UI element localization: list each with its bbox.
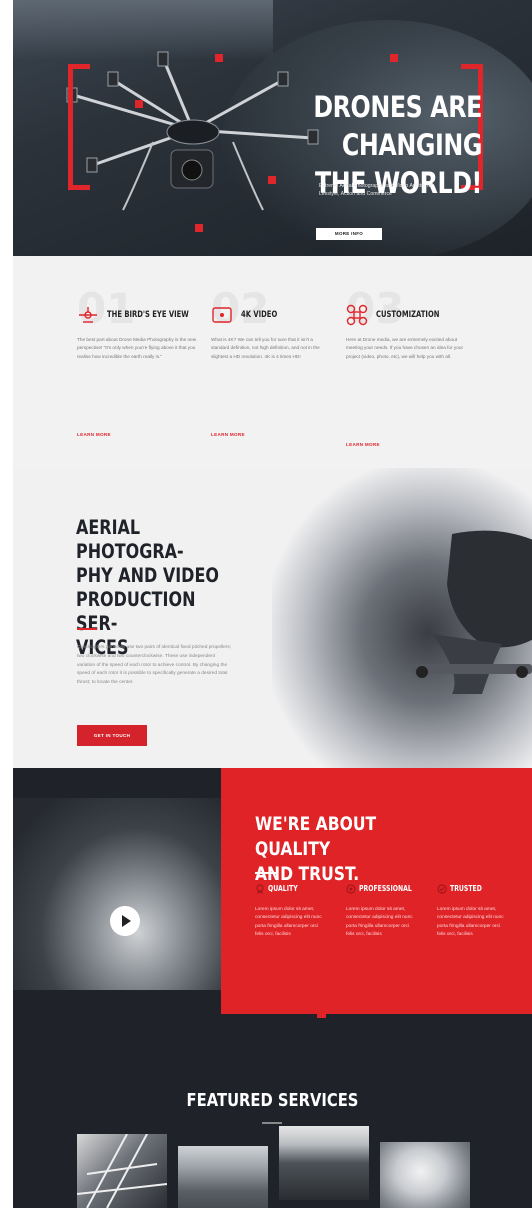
decor-square bbox=[215, 54, 223, 62]
play-icon[interactable] bbox=[110, 906, 140, 936]
service-thumbnail[interactable] bbox=[279, 1126, 369, 1200]
feature-text: Here at Drone media, we are extremely ex… bbox=[346, 337, 463, 359]
aerial-title: AERIAL PHOTOGRA- PHY AND VIDEO PRODUCTIO… bbox=[76, 516, 240, 660]
quality-section: WE'RE ABOUT QUALITY AND TRUST. QUALITY L… bbox=[13, 768, 532, 1041]
drone-top-icon bbox=[346, 304, 368, 326]
decor-square bbox=[135, 100, 143, 108]
feature-text: What is 4K? We can tell you for sure tha… bbox=[211, 337, 320, 359]
quality-column-text: Lorem ipsum dolor sit amet, consectetur … bbox=[346, 907, 413, 938]
page: DRONES ARE CHANGING THE WORLD! Extreme A… bbox=[13, 0, 532, 1208]
decor-square bbox=[195, 224, 203, 232]
service-thumbnail[interactable] bbox=[77, 1134, 167, 1208]
quality-column-title: QUALITY bbox=[268, 884, 298, 893]
feature-title: 4K VIDEO bbox=[241, 310, 278, 320]
hero-subtitle: Extreme Aerial Photography and Video Art… bbox=[319, 183, 434, 197]
professional-icon bbox=[346, 884, 356, 894]
quality-title-line1: WE'RE ABOUT QUALITY bbox=[255, 813, 377, 860]
quality-panel: WE'RE ABOUT QUALITY AND TRUST. QUALITY L… bbox=[221, 768, 532, 1014]
video-thumbnail[interactable] bbox=[13, 798, 221, 990]
featured-title: FEATURED SERVICES bbox=[186, 1090, 359, 1111]
learn-more-link[interactable]: LEARN MORE bbox=[346, 442, 380, 447]
feature-title: THE BIRD'S EYE VIEW bbox=[107, 310, 189, 320]
aerial-text: Quadcopters generally use two pairs of i… bbox=[77, 645, 232, 686]
learn-more-link[interactable]: LEARN MORE bbox=[77, 432, 111, 437]
feature-text: The best part about Drone Media Photogra… bbox=[77, 337, 197, 359]
hero-bracket-left bbox=[68, 64, 90, 190]
quality-column-title: TRUSTED bbox=[450, 884, 482, 893]
aerial-title-line: PHY AND VIDEO bbox=[76, 564, 219, 587]
featured-divider bbox=[262, 1122, 282, 1124]
service-thumbnail[interactable] bbox=[178, 1146, 268, 1208]
drone-propeller-icon bbox=[79, 307, 97, 323]
quality-column-text: Lorem ipsum dolor sit amet, consectetur … bbox=[437, 907, 504, 938]
quality-title-line2: AND TRUST. bbox=[255, 863, 360, 885]
trusted-icon bbox=[437, 884, 447, 894]
service-thumbnail[interactable] bbox=[380, 1142, 470, 1208]
features-section: 01 THE BIRD'S EYE VIEW The best part abo… bbox=[13, 256, 532, 468]
aerial-divider bbox=[77, 628, 97, 630]
hero-section: DRONES ARE CHANGING THE WORLD! Extreme A… bbox=[13, 0, 532, 256]
camera-4k-icon bbox=[212, 307, 232, 323]
quality-icon bbox=[256, 884, 264, 894]
aerial-title-line: AERIAL PHOTOGRA- bbox=[76, 516, 184, 563]
quality-divider bbox=[255, 872, 277, 874]
feature-title: CUSTOMIZATION bbox=[376, 310, 440, 320]
hero-title-line1: DRONES ARE CHANGING bbox=[313, 90, 482, 162]
aerial-section: AERIAL PHOTOGRA- PHY AND VIDEO PRODUCTIO… bbox=[13, 468, 532, 768]
drone-operator-figure bbox=[412, 530, 532, 694]
quality-column-title: PROFESSIONAL bbox=[359, 884, 412, 893]
learn-more-link[interactable]: LEARN MORE bbox=[211, 432, 245, 437]
decor-square bbox=[390, 54, 398, 62]
featured-services-section: FEATURED SERVICES bbox=[13, 1018, 532, 1208]
quality-title: WE'RE ABOUT QUALITY AND TRUST. bbox=[255, 812, 452, 887]
more-info-button[interactable]: MORE INFO bbox=[316, 228, 382, 240]
quality-column-text: Lorem ipsum dolor sit amet, consectetur … bbox=[255, 907, 322, 938]
get-in-touch-button[interactable]: GET IN TOUCH bbox=[77, 725, 147, 746]
